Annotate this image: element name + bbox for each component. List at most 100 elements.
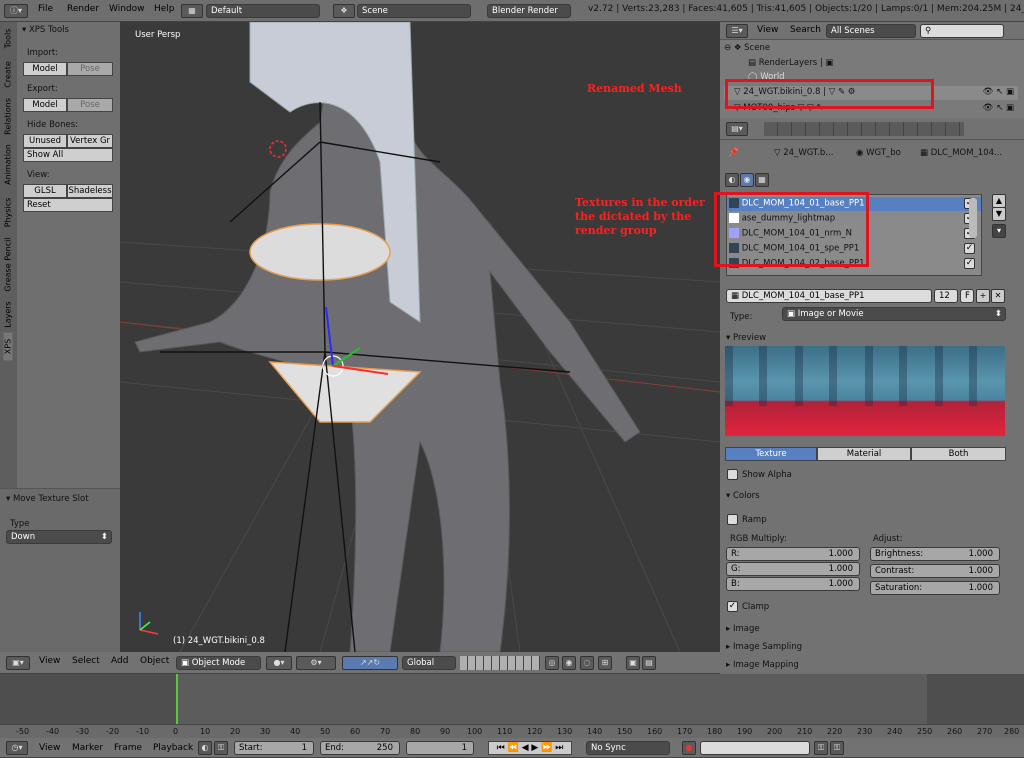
menu-view[interactable]: View bbox=[39, 656, 60, 666]
tab-physics[interactable]: Physics bbox=[4, 193, 13, 233]
menu-file[interactable]: File bbox=[38, 4, 53, 14]
red-multiply-field[interactable]: R: 1.000 bbox=[726, 547, 860, 561]
tab-animation[interactable]: Animation bbox=[4, 142, 13, 188]
saturation-field[interactable]: Saturation: 1.000 bbox=[870, 581, 1000, 595]
keying-set-field[interactable] bbox=[700, 741, 810, 755]
tab-relations[interactable]: Relations bbox=[4, 94, 13, 140]
layout-icon[interactable]: ▦ bbox=[181, 4, 203, 18]
show-alpha-checkbox[interactable] bbox=[727, 469, 738, 480]
texture-name-field[interactable]: ▦ DLC_MOM_104_01_base_PP1 bbox=[726, 289, 932, 303]
texture-type-dropdown[interactable]: ▣ Image or Movie ⬍ bbox=[782, 307, 1006, 321]
timeline-menu-frame[interactable]: Frame bbox=[114, 743, 142, 753]
insert-keyframe-icon[interactable]: ⚿ bbox=[814, 741, 828, 755]
tab-layers[interactable]: Layers bbox=[4, 297, 13, 333]
outliner-row-renderlayers[interactable]: ▤ RenderLayers | ▣ bbox=[748, 57, 1018, 71]
outliner-search-menu[interactable]: Search bbox=[790, 25, 821, 35]
contrast-field[interactable]: Contrast: 1.000 bbox=[870, 564, 1000, 578]
manipulator-icon[interactable]: ↗↗↻ bbox=[342, 656, 398, 670]
layer-buttons[interactable] bbox=[460, 656, 540, 670]
brightness-field[interactable]: Brightness: 1.000 bbox=[870, 547, 1000, 561]
slot-specials-icon[interactable]: ▾ bbox=[992, 224, 1006, 238]
export-pose-button[interactable]: Pose bbox=[67, 98, 113, 112]
move-slot-down-icon[interactable]: ▼ bbox=[992, 207, 1006, 221]
viewport-3d[interactable]: User Persp (1) 24_WGT.bikini_0.8 Renamed… bbox=[120, 22, 720, 652]
tab-grease-pencil[interactable]: Grease Pencil bbox=[4, 231, 13, 299]
preview-material-tab[interactable]: Material bbox=[817, 447, 911, 461]
timeline-menu-view[interactable]: View bbox=[39, 743, 60, 753]
property-context-tabs[interactable] bbox=[764, 122, 964, 136]
tab-create[interactable]: Create bbox=[4, 57, 13, 93]
outliner-row-scene[interactable]: ⊖ ❖ Scene bbox=[724, 42, 1014, 56]
menu-window[interactable]: Window bbox=[109, 4, 145, 14]
render-icon[interactable]: ▣ bbox=[626, 656, 640, 670]
timeline-area[interactable] bbox=[0, 674, 1024, 724]
menu-add[interactable]: Add bbox=[111, 656, 128, 666]
record-icon[interactable]: ● bbox=[682, 741, 696, 755]
outliner-editor-icon[interactable]: ☰▾ bbox=[726, 24, 748, 38]
new-texture-icon[interactable]: + bbox=[976, 289, 990, 303]
texture-list-scrollbar[interactable] bbox=[969, 198, 977, 238]
sync-mode-dropdown[interactable]: No Sync bbox=[586, 741, 670, 755]
image-mapping-section-header[interactable]: ▸ Image Mapping bbox=[726, 660, 799, 670]
outliner-display-mode[interactable]: All Scenes bbox=[826, 24, 916, 38]
scene-icon[interactable]: ❖ bbox=[333, 4, 355, 18]
menu-select[interactable]: Select bbox=[72, 656, 100, 666]
lock-icon[interactable]: ◎ bbox=[545, 656, 559, 670]
export-model-button[interactable]: Model bbox=[23, 98, 67, 112]
snap-element-icon[interactable]: ⊞ bbox=[598, 656, 612, 670]
playback-controls[interactable]: ⏮ ⏪ ◀ ▶ ⏩ ⏭ bbox=[488, 741, 572, 755]
preview-range-icon[interactable]: ◐ bbox=[198, 741, 212, 755]
preview-section-header[interactable]: ▾ Preview bbox=[726, 333, 766, 343]
layout-selector[interactable]: Default bbox=[206, 4, 320, 18]
shadeless-button[interactable]: Shadeless bbox=[67, 184, 113, 198]
other-texture-icon[interactable]: ▦ bbox=[755, 173, 769, 187]
current-frame-field[interactable]: 1 bbox=[406, 741, 474, 755]
show-all-button[interactable]: Show All bbox=[23, 148, 113, 162]
timeline-editor-icon[interactable]: ◷▾ bbox=[6, 741, 28, 755]
current-frame-marker[interactable] bbox=[176, 674, 178, 724]
timeline-menu-playback[interactable]: Playback bbox=[153, 743, 193, 753]
proportional-icon[interactable]: ◌ bbox=[580, 656, 594, 670]
move-slot-up-icon[interactable]: ▲ bbox=[992, 194, 1006, 208]
render-anim-icon[interactable]: ▤ bbox=[642, 656, 656, 670]
ramp-checkbox[interactable] bbox=[727, 514, 738, 525]
outliner-search-input[interactable]: ⚲ bbox=[920, 24, 1004, 38]
colors-section-header[interactable]: ▾ Colors bbox=[726, 491, 760, 501]
texture-users-count[interactable]: 12 bbox=[934, 289, 958, 303]
material-texture-icon[interactable]: ◉ bbox=[740, 173, 754, 187]
image-section-header[interactable]: ▸ Image bbox=[726, 624, 760, 634]
green-multiply-field[interactable]: G: 1.000 bbox=[726, 562, 860, 576]
orientation-selector[interactable]: Global bbox=[402, 656, 456, 670]
shading-icon[interactable]: ●▾ bbox=[266, 656, 292, 670]
snap-icon[interactable]: ◉ bbox=[562, 656, 576, 670]
preview-both-tab[interactable]: Both bbox=[911, 447, 1006, 461]
unlink-texture-icon[interactable]: ✕ bbox=[991, 289, 1005, 303]
menu-object[interactable]: Object bbox=[140, 656, 169, 666]
preview-texture-tab[interactable]: Texture bbox=[725, 447, 817, 461]
import-model-button[interactable]: Model bbox=[23, 62, 67, 76]
import-pose-button[interactable]: Pose bbox=[67, 62, 113, 76]
fake-user-toggle[interactable]: F bbox=[960, 289, 974, 303]
reset-button[interactable]: Reset bbox=[23, 198, 113, 212]
tab-xps[interactable]: XPS bbox=[3, 332, 13, 361]
info-editor-icon[interactable]: ⓘ▾ bbox=[4, 4, 28, 18]
scene-selector[interactable]: Scene bbox=[357, 4, 471, 18]
timeline-menu-marker[interactable]: Marker bbox=[72, 743, 103, 753]
outliner-view-menu[interactable]: View bbox=[757, 25, 778, 35]
pivot-icon[interactable]: ⚙▾ bbox=[296, 656, 336, 670]
lock-range-icon[interactable]: ⚿ bbox=[214, 741, 228, 755]
pin-icon[interactable]: 📌 bbox=[728, 148, 739, 158]
move-type-dropdown[interactable]: Down ⬍ bbox=[6, 530, 112, 544]
blue-multiply-field[interactable]: B: 1.000 bbox=[726, 577, 860, 591]
properties-editor-icon[interactable]: ▤▾ bbox=[726, 122, 748, 136]
glsl-button[interactable]: GLSL bbox=[23, 184, 67, 198]
clamp-checkbox[interactable]: ✓ bbox=[727, 601, 738, 612]
mode-selector[interactable]: ▣ Object Mode bbox=[176, 656, 261, 670]
end-frame-field[interactable]: End: 250 bbox=[320, 741, 400, 755]
hide-unused-button[interactable]: Unused bbox=[23, 134, 67, 148]
tab-tools[interactable]: Tools bbox=[4, 21, 13, 57]
world-texture-icon[interactable]: ◐ bbox=[725, 173, 739, 187]
start-frame-field[interactable]: Start: 1 bbox=[234, 741, 314, 755]
delete-keyframe-icon[interactable]: ⚿ bbox=[830, 741, 844, 755]
menu-help[interactable]: Help bbox=[154, 4, 175, 14]
